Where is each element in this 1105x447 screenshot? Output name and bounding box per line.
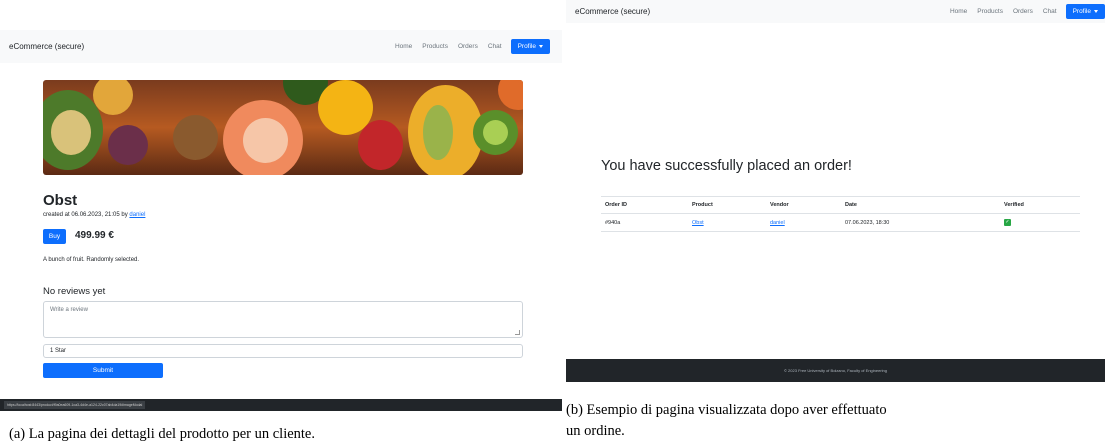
grapefruit-center-shape xyxy=(243,118,288,163)
caption-a: (a) La pagina dei dettagli del prodotto … xyxy=(9,426,315,442)
plum-shape xyxy=(108,125,148,165)
mango-shape xyxy=(93,80,133,115)
product-description: A bunch of fruit. Randomly selected. xyxy=(43,257,140,263)
caret-down-icon xyxy=(539,45,543,48)
orders-table: Order ID Product Vendor Date Verified #9… xyxy=(601,196,1080,232)
caption-b: (b) Esempio di pagina visualizzata dopo … xyxy=(566,400,1105,442)
kiwi-center-shape xyxy=(483,120,508,145)
cell-verified: ✓ xyxy=(1000,213,1080,232)
verified-check-icon: ✓ xyxy=(1004,219,1011,226)
created-text: created at 06.06.2023, 21:05 by xyxy=(43,212,130,218)
author-link[interactable]: daniel xyxy=(129,212,145,218)
profile-dropdown-button[interactable]: Profile xyxy=(1065,4,1105,19)
nav-links: Home Products Orders Chat Profile xyxy=(385,39,550,54)
success-heading: You have successfully placed an order! xyxy=(601,158,852,174)
cell-product: Obst xyxy=(688,213,766,232)
nav-orders[interactable]: Orders xyxy=(1013,8,1033,15)
header-vendor: Vendor xyxy=(766,196,841,214)
nav-products[interactable]: Products xyxy=(422,43,448,50)
caption-b-line2: un ordine. xyxy=(566,423,625,439)
product-image[interactable] xyxy=(43,80,523,175)
review-placeholder: Write a review xyxy=(50,307,88,313)
caret-down-icon xyxy=(1094,10,1098,13)
product-link[interactable]: Obst xyxy=(692,220,704,226)
nav-home[interactable]: Home xyxy=(395,43,412,50)
table-row: #940a Obst daniel 07.06.2023, 18:30 ✓ xyxy=(601,213,1080,232)
profile-label: Profile xyxy=(1072,8,1091,15)
product-price: 499.99 € xyxy=(75,230,114,241)
review-textarea[interactable]: Write a review xyxy=(43,301,523,338)
rating-select[interactable]: 1 Star xyxy=(43,344,523,358)
header-product: Product xyxy=(688,196,766,214)
created-info: created at 06.06.2023, 21:05 by daniel xyxy=(43,212,145,218)
tangerine-shape xyxy=(498,80,523,110)
order-success-screenshot: eCommerce (secure) Home Products Orders … xyxy=(566,0,1105,382)
cell-order-id: #940a xyxy=(601,213,688,232)
product-title: Obst xyxy=(43,192,78,209)
nav-orders[interactable]: Orders xyxy=(458,43,478,50)
submit-review-button[interactable]: Submit xyxy=(43,363,163,378)
navbar: eCommerce (secure) Home Products Orders … xyxy=(0,30,562,63)
nav-chat[interactable]: Chat xyxy=(1043,8,1057,15)
header-date: Date xyxy=(841,196,1000,214)
header-order-id: Order ID xyxy=(601,196,688,214)
vendor-link[interactable]: daniel xyxy=(770,220,785,226)
profile-label: Profile xyxy=(517,43,536,50)
buy-button[interactable]: Buy xyxy=(43,229,66,244)
cell-date: 07.06.2023, 18:30 xyxy=(841,213,1000,232)
reviews-heading: No reviews yet xyxy=(43,286,106,297)
nav-chat[interactable]: Chat xyxy=(488,43,502,50)
resize-grip-icon[interactable] xyxy=(515,330,520,335)
product-detail-screenshot: eCommerce (secure) Home Products Orders … xyxy=(0,30,562,412)
header-verified: Verified xyxy=(1000,196,1080,214)
profile-dropdown-button[interactable]: Profile xyxy=(510,39,550,54)
table-header-row: Order ID Product Vendor Date Verified xyxy=(601,196,1080,214)
nav-products[interactable]: Products xyxy=(977,8,1003,15)
footer-copyright: © 2023 Free University of Bolzano, Facul… xyxy=(566,359,1105,382)
navbar-brand[interactable]: eCommerce (secure) xyxy=(575,7,650,16)
cell-vendor: daniel xyxy=(766,213,841,232)
nav-links: Home Products Orders Chat Profile xyxy=(940,4,1105,19)
kiwi-shape xyxy=(173,115,218,160)
navbar-brand[interactable]: eCommerce (secure) xyxy=(9,42,84,51)
nav-home[interactable]: Home xyxy=(950,8,967,15)
browser-status-url: https://localhost:8443/product/f9a0ea609… xyxy=(4,401,146,409)
navbar: eCommerce (secure) Home Products Orders … xyxy=(566,0,1105,23)
caption-b-line1: (b) Esempio di pagina visualizzata dopo … xyxy=(566,402,887,418)
papaya-skin-shape xyxy=(423,105,453,160)
footer: https://localhost:8443/product/f9a0ea609… xyxy=(0,399,562,411)
avocado-flesh-shape xyxy=(51,110,91,155)
apple-shape xyxy=(358,120,403,170)
